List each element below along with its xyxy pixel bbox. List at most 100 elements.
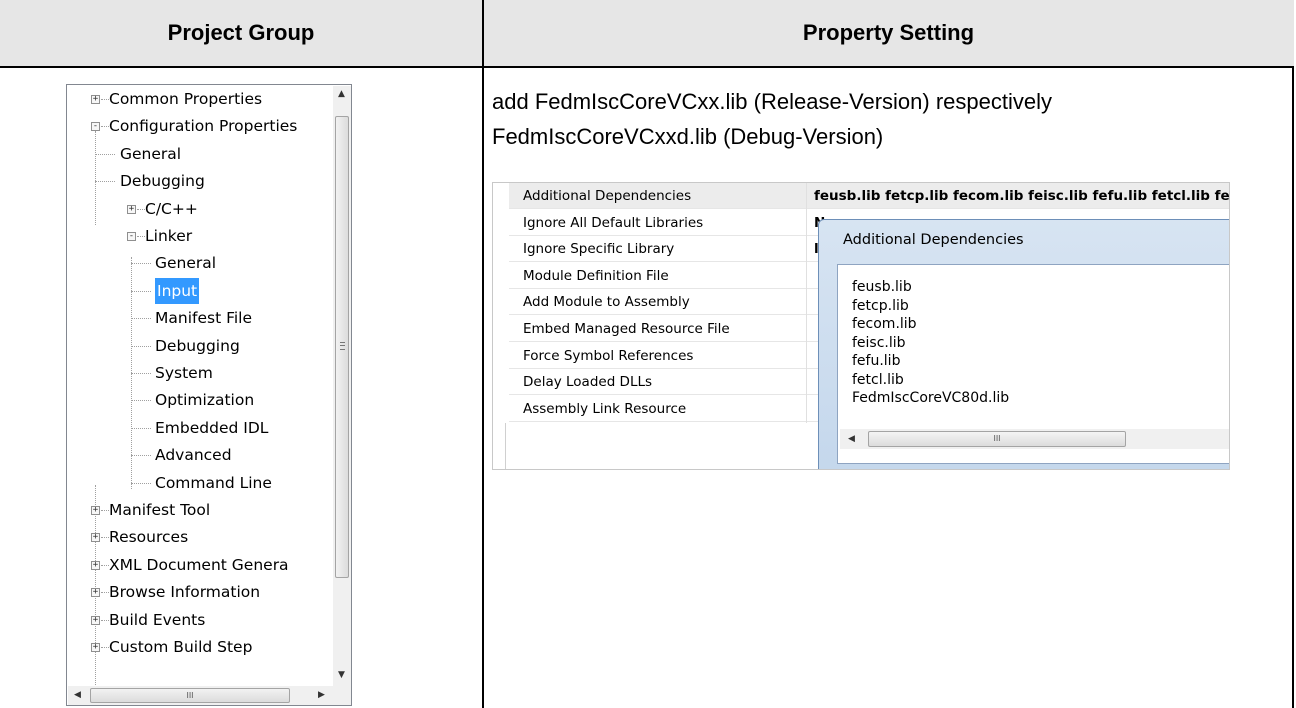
tree-item[interactable]: Manifest File xyxy=(67,305,331,331)
dependencies-textbox[interactable]: feusb.lib fetcp.lib fecom.lib feisc.lib fefu… xyxy=(837,264,1229,464)
tree-connector xyxy=(101,592,109,594)
scroll-up-arrow-icon[interactable]: ▲ xyxy=(338,89,345,99)
tree-item-label: General xyxy=(120,144,182,163)
tree-item[interactable]: - Linker xyxy=(67,223,331,249)
dependency-lib: fefu.lib xyxy=(852,353,901,369)
dependency-lib: feisc.lib xyxy=(852,334,906,351)
property-name: Additional Dependencies xyxy=(523,188,692,204)
tree-connector xyxy=(101,537,109,539)
property-name: Add Module to Assembly xyxy=(523,294,690,311)
tree-item-label: Common Properties xyxy=(109,90,263,108)
description-line-1: add FedmIscCoreVCxx.lib (Release-Version… xyxy=(492,89,1052,114)
tree-item[interactable]: + Custom Build Step xyxy=(67,634,331,660)
tree-connector xyxy=(95,153,115,155)
linker-input-property-screenshot: Additional Dependencies feusb.lib fetcp.l… xyxy=(492,182,1230,470)
tree-item[interactable]: Debugging xyxy=(67,333,331,359)
tree-connector xyxy=(131,482,151,484)
tree-item-label: XML Document Genera xyxy=(109,555,289,574)
description-line-2: FedmIscCoreVCxxd.lib (Debug-Version) xyxy=(492,124,884,149)
tree-item[interactable]: Advanced xyxy=(67,442,331,468)
tree-item-label: Resources xyxy=(109,528,189,547)
scrollbar-corner xyxy=(333,686,351,705)
tree-horizontal-scrollbar[interactable]: ◀ III ▶ xyxy=(68,686,333,705)
property-description: add FedmIscCoreVCxx.lib (Release-Version… xyxy=(492,84,1272,154)
tree-item-label: System xyxy=(155,364,213,382)
tree-item-label: Debugging xyxy=(120,172,205,191)
tree-item[interactable]: Input xyxy=(67,277,331,304)
dependency-lib: feusb.lib xyxy=(852,279,912,295)
tree-item[interactable]: + Build Events xyxy=(67,607,331,633)
property-row[interactable]: Additional Dependencies feusb.lib fetcp.l… xyxy=(509,183,1230,209)
dialog-horizontal-scrollbar[interactable]: ◀ III xyxy=(840,429,1229,449)
tree-connector xyxy=(131,400,151,402)
expand-icon[interactable]: + xyxy=(127,204,136,214)
scroll-grip-icon xyxy=(340,342,345,350)
tree-item-label: Manifest File xyxy=(155,309,253,328)
tree-item[interactable]: + Browse Information xyxy=(67,579,331,605)
expand-icon[interactable]: + xyxy=(91,506,100,515)
tree-connector xyxy=(131,427,151,429)
tree-horizontal-scroll-thumb[interactable]: III xyxy=(90,688,290,703)
dependencies-list: feusb.lib fetcp.lib fecom.lib feisc.lib fefu… xyxy=(852,278,1009,408)
tree-item[interactable]: + Resources xyxy=(67,524,331,550)
tree-vertical-scroll-thumb[interactable] xyxy=(335,116,349,578)
tree-item-label: Advanced xyxy=(155,446,232,465)
tree-connector xyxy=(101,99,109,100)
header-divider xyxy=(0,66,1294,68)
tree-connector xyxy=(131,373,151,374)
tree-item-label: Embedded IDL xyxy=(155,418,269,437)
scroll-left-arrow-icon[interactable]: ◀ xyxy=(848,434,855,444)
scroll-right-arrow-icon[interactable]: ▶ xyxy=(318,690,325,700)
tree-item[interactable]: + XML Document Genera xyxy=(67,552,331,578)
tree-connector xyxy=(131,290,151,292)
dialog-title: Additional Dependencies xyxy=(843,232,1024,248)
tree-connector xyxy=(95,181,115,183)
tree-item-label: General xyxy=(155,254,217,273)
property-name: Ignore Specific Library xyxy=(523,241,675,258)
dependency-lib: fecom.lib xyxy=(852,316,917,332)
expand-icon[interactable]: + xyxy=(91,643,100,652)
expand-icon[interactable]: + xyxy=(91,560,100,570)
tree-connector xyxy=(131,455,151,457)
additional-dependencies-dialog: Additional Dependencies feusb.lib fetcp.l… xyxy=(818,219,1229,469)
tree-item[interactable]: + C/C++ xyxy=(67,196,331,222)
tree-item[interactable]: General xyxy=(67,141,331,167)
tree-item-label: Input xyxy=(155,277,200,304)
tree-item-label: Build Events xyxy=(109,610,206,629)
tree-connector xyxy=(131,345,151,347)
expand-icon[interactable]: + xyxy=(91,588,100,598)
collapse-icon[interactable]: - xyxy=(91,122,100,132)
tree-connector xyxy=(101,126,109,128)
dependency-lib: fetcl.lib xyxy=(852,371,904,388)
tree-item[interactable]: General xyxy=(67,250,331,276)
grid-left-margin xyxy=(493,423,506,469)
header-project-group: Project Group xyxy=(0,0,482,66)
expand-icon[interactable]: + xyxy=(91,533,100,543)
property-name: Module Definition File xyxy=(523,267,669,284)
expand-icon[interactable]: + xyxy=(91,95,100,104)
tree-item[interactable]: Command Line xyxy=(67,470,331,496)
tree-item-label: Debugging xyxy=(155,336,240,355)
tree-vertical-scrollbar[interactable]: ▲ ▼ xyxy=(333,86,351,686)
property-name: Delay Loaded DLLs xyxy=(523,374,653,391)
scroll-down-arrow-icon[interactable]: ▼ xyxy=(338,670,345,680)
property-name: Force Symbol References xyxy=(523,347,694,364)
tree-item[interactable]: System xyxy=(67,360,331,386)
scroll-left-arrow-icon[interactable]: ◀ xyxy=(74,690,81,700)
tree-item[interactable]: - Configuration Properties xyxy=(67,113,331,139)
expand-icon[interactable]: + xyxy=(91,615,100,625)
tree-item[interactable]: + Common Properties xyxy=(67,86,331,112)
tree-item[interactable]: + Manifest Tool xyxy=(67,497,331,523)
tree-item[interactable]: Optimization xyxy=(67,387,331,413)
tree-item[interactable]: Debugging xyxy=(67,168,331,194)
tree-item-label: Command Line xyxy=(155,473,272,492)
tree-item-label: Linker xyxy=(145,227,193,245)
property-value: feusb.lib fetcp.lib fecom.lib feisc.lib … xyxy=(814,188,1230,204)
tree-item[interactable]: Embedded IDL xyxy=(67,415,331,441)
dialog-scroll-thumb[interactable]: III xyxy=(868,431,1126,447)
tree-connector xyxy=(101,510,109,511)
tree-item-label: Optimization xyxy=(155,391,255,410)
collapse-icon[interactable]: - xyxy=(127,232,136,241)
property-name: Embed Managed Resource File xyxy=(523,321,730,337)
tree-connector xyxy=(137,208,145,210)
